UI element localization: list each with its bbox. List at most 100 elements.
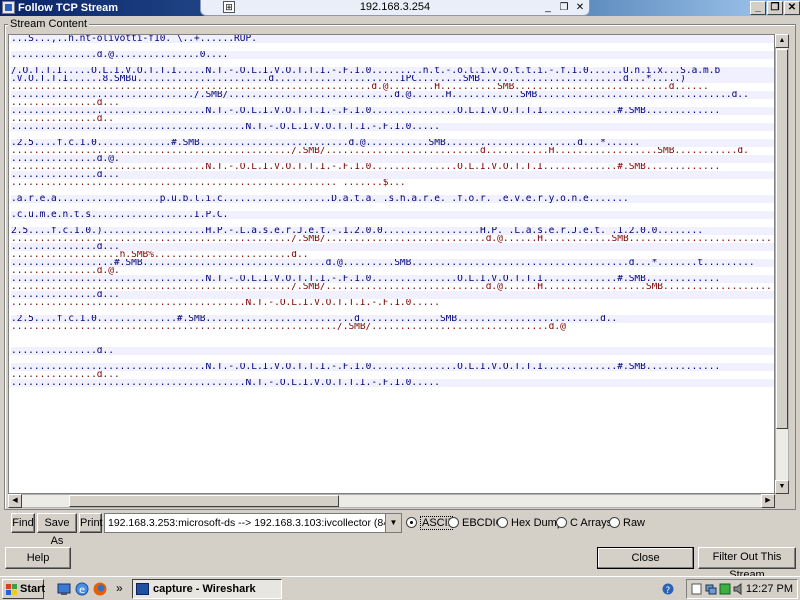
- stream-line: ...............d.@...............0....: [11, 51, 774, 59]
- stream-line: ........................................…: [11, 179, 774, 187]
- stream-line: ........................................…: [11, 83, 774, 91]
- clock: 12:27 PM: [745, 583, 793, 595]
- stream-line: ........................................…: [11, 123, 774, 131]
- stream-line: ..................#.SMB.................…: [11, 259, 774, 267]
- stream-line: ........................................…: [11, 235, 774, 243]
- stream-line: ...............d...: [11, 171, 774, 179]
- stream-line: [11, 355, 774, 363]
- radio-c-arrays[interactable]: C Arrays: [556, 517, 612, 530]
- radio-ascii[interactable]: ASCII: [406, 516, 453, 530]
- security-tray-icon[interactable]: [719, 583, 731, 595]
- start-button[interactable]: Start: [2, 579, 46, 599]
- windows-logo-icon: [6, 584, 18, 595]
- taskbar-item-label: capture - Wireshark: [153, 583, 256, 595]
- filter-out-stream-button[interactable]: Filter Out This Stream: [698, 547, 796, 581]
- stream-line: [11, 331, 774, 339]
- stream-line: ...................h.SMB%...............…: [11, 251, 774, 259]
- radio-ebcdic[interactable]: EBCDIC: [448, 517, 504, 530]
- document-tray-icon[interactable]: [691, 583, 703, 595]
- stream-line: ...............d...: [11, 99, 774, 107]
- wireshark-app-icon[interactable]: [2, 1, 15, 14]
- stream-line: ................................/.SMB/..…: [11, 91, 774, 99]
- find-button[interactable]: Find: [11, 513, 35, 533]
- direction-selected-value: 192.168.3.253:microsoft-ds --> 192.168.3…: [108, 517, 402, 529]
- print-button[interactable]: Print: [79, 513, 103, 533]
- ie-quicklaunch-icon[interactable]: e: [74, 581, 90, 597]
- chevron-down-icon[interactable]: ▼: [385, 514, 401, 532]
- firefox-quicklaunch-icon[interactable]: [92, 581, 108, 597]
- stream-line: /.O.T.T.I.....O.L.I.V.O.T.T.I.....N.T.-.…: [11, 67, 774, 75]
- stream-line: [11, 339, 774, 347]
- stream-line: ........................................…: [11, 147, 774, 155]
- taskbar-item-wireshark[interactable]: capture - Wireshark: [132, 579, 282, 599]
- close-button[interactable]: Close: [597, 547, 694, 569]
- minimize-button[interactable]: _: [750, 1, 766, 15]
- remote-close-button[interactable]: ✕: [573, 2, 587, 14]
- restore-button[interactable]: ❐: [767, 1, 783, 15]
- stream-line: [11, 307, 774, 315]
- stream-line: ...............d..: [11, 347, 774, 355]
- quicklaunch-chevron-icon[interactable]: »: [116, 580, 123, 596]
- system-tray: 12:27 PM: [686, 579, 798, 599]
- stream-text-area[interactable]: ...S...,..h.nt-olivotti-f10. \..+......R…: [8, 34, 775, 494]
- screen: Follow TCP Stream _ ❐ ✕ ⊞ 192.168.3.254 …: [0, 0, 800, 600]
- stream-line: ...S...,..h.nt-olivotti-f10. \..+......R…: [11, 35, 774, 43]
- vertical-scroll-thumb[interactable]: [776, 49, 788, 429]
- stream-line: .2.5....f.c.1.0.............#.SMB.......…: [11, 139, 774, 147]
- stream-line: [11, 43, 774, 51]
- volume-tray-icon[interactable]: [733, 583, 745, 595]
- remote-minimize-button[interactable]: _: [541, 2, 555, 14]
- remote-restore-button[interactable]: ❐: [557, 2, 571, 14]
- radio-raw[interactable]: Raw: [609, 517, 645, 530]
- scroll-up-arrow-icon[interactable]: ▲: [775, 34, 789, 48]
- stream-line: 2.5....f.c.1.0.)..................H.P.-.…: [11, 227, 774, 235]
- stream-line: ...............d..: [11, 115, 774, 123]
- stream-line: .c.u.m.e.n.t.s..................I.P.C.: [11, 211, 774, 219]
- radio-dot-icon: [609, 517, 620, 528]
- scroll-right-arrow-icon[interactable]: ▶: [761, 494, 775, 508]
- stream-line: ...............d...: [11, 291, 774, 299]
- close-window-button[interactable]: ✕: [784, 1, 800, 15]
- scroll-left-arrow-icon[interactable]: ◀: [8, 494, 22, 508]
- horizontal-scroll-thumb[interactable]: [69, 495, 339, 507]
- stream-line: ...............d...: [11, 371, 774, 379]
- radio-dot-icon: [448, 517, 459, 528]
- radio-label: Raw: [623, 517, 646, 529]
- network-tray-icon[interactable]: [705, 583, 717, 595]
- stream-line: .2.5....f.c.1.0..............#.SMB......…: [11, 315, 774, 323]
- stream-line: ..................................N.T.-.…: [11, 107, 774, 115]
- svg-text:e: e: [79, 585, 85, 596]
- stream-line: ..................................N.T.-.…: [11, 163, 774, 171]
- scroll-down-arrow-icon[interactable]: ▼: [775, 480, 789, 494]
- radio-dot-icon: [556, 517, 567, 528]
- direction-select[interactable]: 192.168.3.253:microsoft-ds --> 192.168.3…: [104, 513, 402, 533]
- stream-line: [11, 219, 774, 227]
- stream-line: [11, 187, 774, 195]
- radio-label: C Arrays: [570, 517, 613, 529]
- stream-line: ..................................N.T.-.…: [11, 275, 774, 283]
- save-as-button[interactable]: Save As: [37, 513, 77, 547]
- start-label: Start: [20, 583, 46, 595]
- stream-line: [11, 59, 774, 67]
- window-title: Follow TCP Stream: [18, 2, 119, 14]
- stream-line: ........................................…: [11, 379, 774, 387]
- stream-line: .a.r.e.a..................p.u.b.l.i.c...…: [11, 195, 774, 203]
- help-button[interactable]: Help: [5, 547, 71, 569]
- stream-line: ........................................…: [11, 299, 774, 307]
- stream-line: ...............d.@.: [11, 267, 774, 275]
- desktop-quicklaunch-icon[interactable]: [56, 581, 72, 597]
- stream-line: ..................................N.T.-.…: [11, 363, 774, 371]
- taskbar: Start e » capture - Wireshark ? 12:27 PM: [0, 576, 800, 600]
- stream-text: ...S...,..h.nt-olivotti-f10. \..+......R…: [11, 35, 774, 387]
- stream-line: .V.O.T.T.I......8.SMBu..................…: [11, 75, 774, 83]
- radio-dot-icon: [497, 517, 508, 528]
- stream-line: [11, 203, 774, 211]
- stream-line: [11, 131, 774, 139]
- wireshark-icon: [136, 583, 149, 595]
- radio-hex-dump[interactable]: Hex Dump: [497, 517, 563, 530]
- horizontal-scrollbar[interactable]: ◀ ▶: [8, 494, 775, 508]
- vertical-scrollbar[interactable]: ▲ ▼: [775, 34, 789, 494]
- group-label: Stream Content: [8, 17, 90, 31]
- help-tray-icon[interactable]: ?: [662, 583, 674, 596]
- remote-connection-bar: ⊞ 192.168.3.254 _ ❐ ✕: [200, 0, 590, 16]
